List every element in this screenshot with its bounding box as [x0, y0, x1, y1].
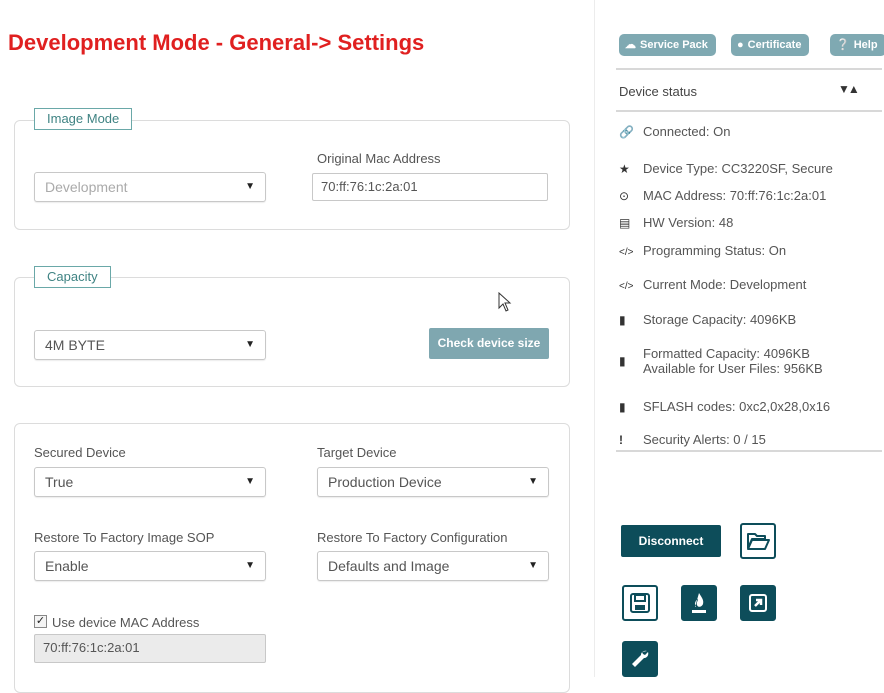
page-title: Development Mode - General-> Settings [8, 30, 425, 55]
status-mac: ⊙ MAC Address: 70:ff:76:1c:2a:01 [619, 188, 827, 203]
service-pack-button[interactable]: ☁ Service Pack [619, 34, 716, 56]
original-mac-label: Original Mac Address [317, 151, 441, 166]
chevron-down-icon: ▼ [245, 560, 255, 571]
available-files-text: Available for User Files: 956KB [643, 361, 823, 376]
target-icon: ⊙ [619, 189, 630, 203]
status-connected: 🔗 Connected: On [619, 124, 731, 139]
column-divider [594, 0, 595, 677]
star-icon: ★ [619, 162, 630, 176]
open-folder-icon[interactable] [740, 523, 776, 559]
restore-image-value: Enable [45, 558, 89, 574]
link-icon: 🔗 [619, 125, 634, 139]
database-icon: ▮ [619, 354, 626, 368]
status-security-alerts: ! Security Alerts: 0 / 15 [619, 432, 766, 447]
status-storage: ▮ Storage Capacity: 4096KB [619, 312, 797, 327]
exclamation-icon: ! [619, 433, 623, 447]
device-status-heading: Device status [619, 84, 698, 99]
status-head-divider [616, 110, 882, 112]
restore-config-select[interactable]: Defaults and Image ▼ [317, 551, 549, 581]
status-device-type: ★ Device Type: CC3220SF, Secure [619, 161, 833, 176]
secured-device-label: Secured Device [34, 445, 126, 460]
certificate-button[interactable]: ● Certificate [731, 34, 810, 56]
status-programming: </> Programming Status: On [619, 243, 787, 258]
disconnect-button[interactable]: Disconnect [621, 525, 721, 557]
help-icon: ❔ [836, 39, 850, 51]
code-icon: </> [619, 247, 634, 258]
use-mac-label: Use device MAC Address [52, 615, 200, 630]
capacity-legend: Capacity [34, 266, 111, 288]
formatted-capacity-text: Formatted Capacity: 4096KB [643, 346, 810, 361]
chevron-down-icon: ▼ [528, 476, 538, 487]
service-pack-label: Service Pack [640, 39, 708, 51]
database-icon: ▮ [619, 313, 626, 327]
original-mac-field[interactable]: 70:ff:76:1c:2a:01 [312, 173, 548, 201]
status-current-mode: </> Current Mode: Development [619, 277, 807, 292]
restore-image-label: Restore To Factory Image SOP [34, 530, 215, 545]
restore-image-select[interactable]: Enable ▼ [34, 551, 266, 581]
restore-config-value: Defaults and Image [328, 558, 450, 574]
save-icon[interactable] [622, 585, 658, 621]
briefcase-icon: ▤ [619, 216, 631, 230]
status-top-divider [616, 68, 882, 70]
chevron-down-icon: ▼ [245, 476, 255, 487]
mouse-cursor-icon [498, 291, 512, 317]
secured-device-select[interactable]: True ▼ [34, 467, 266, 497]
status-bottom-divider [616, 450, 882, 452]
use-mac-checkbox[interactable]: ✓ [34, 615, 47, 628]
certificate-icon: ● [737, 39, 744, 51]
database-icon: ▮ [619, 400, 626, 414]
chevron-down-icon: ▼ [245, 339, 255, 350]
status-sflash: ▮ SFLASH codes: 0xc2,0x28,0x16 [619, 399, 831, 414]
status-hw-version: ▤ HW Version: 48 [619, 215, 734, 230]
help-label: Help [853, 39, 878, 51]
target-device-label: Target Device [317, 445, 397, 460]
burn-flame-icon[interactable] [681, 585, 717, 621]
image-mode-legend: Image Mode [34, 108, 133, 130]
collapse-toggle-icon[interactable]: ▼▲ [838, 82, 860, 96]
image-mode-value: Development [45, 179, 128, 195]
use-mac-field[interactable]: 70:ff:76:1c:2a:01 [34, 634, 266, 663]
cloud-icon: ☁ [625, 39, 636, 51]
chevron-down-icon: ▼ [245, 181, 255, 192]
secured-device-value: True [45, 474, 74, 490]
help-button[interactable]: ❔ Help [830, 34, 884, 56]
status-formatted: ▮ Formatted Capacity: 4096KB Available for… [619, 346, 823, 376]
certificate-label: Certificate [747, 39, 802, 51]
check-device-size-button[interactable]: Check device size [429, 328, 549, 359]
wrench-icon[interactable] [622, 641, 658, 677]
capacity-value: 4M BYTE [45, 337, 105, 353]
external-link-icon[interactable] [740, 585, 776, 621]
code-icon: </> [619, 281, 634, 292]
target-device-value: Production Device [328, 474, 442, 490]
capacity-select[interactable]: 4M BYTE ▼ [34, 330, 266, 360]
image-mode-select[interactable]: Development ▼ [34, 172, 266, 202]
target-device-select[interactable]: Production Device ▼ [317, 467, 549, 497]
chevron-down-icon: ▼ [528, 560, 538, 571]
restore-config-label: Restore To Factory Configuration [317, 530, 508, 545]
